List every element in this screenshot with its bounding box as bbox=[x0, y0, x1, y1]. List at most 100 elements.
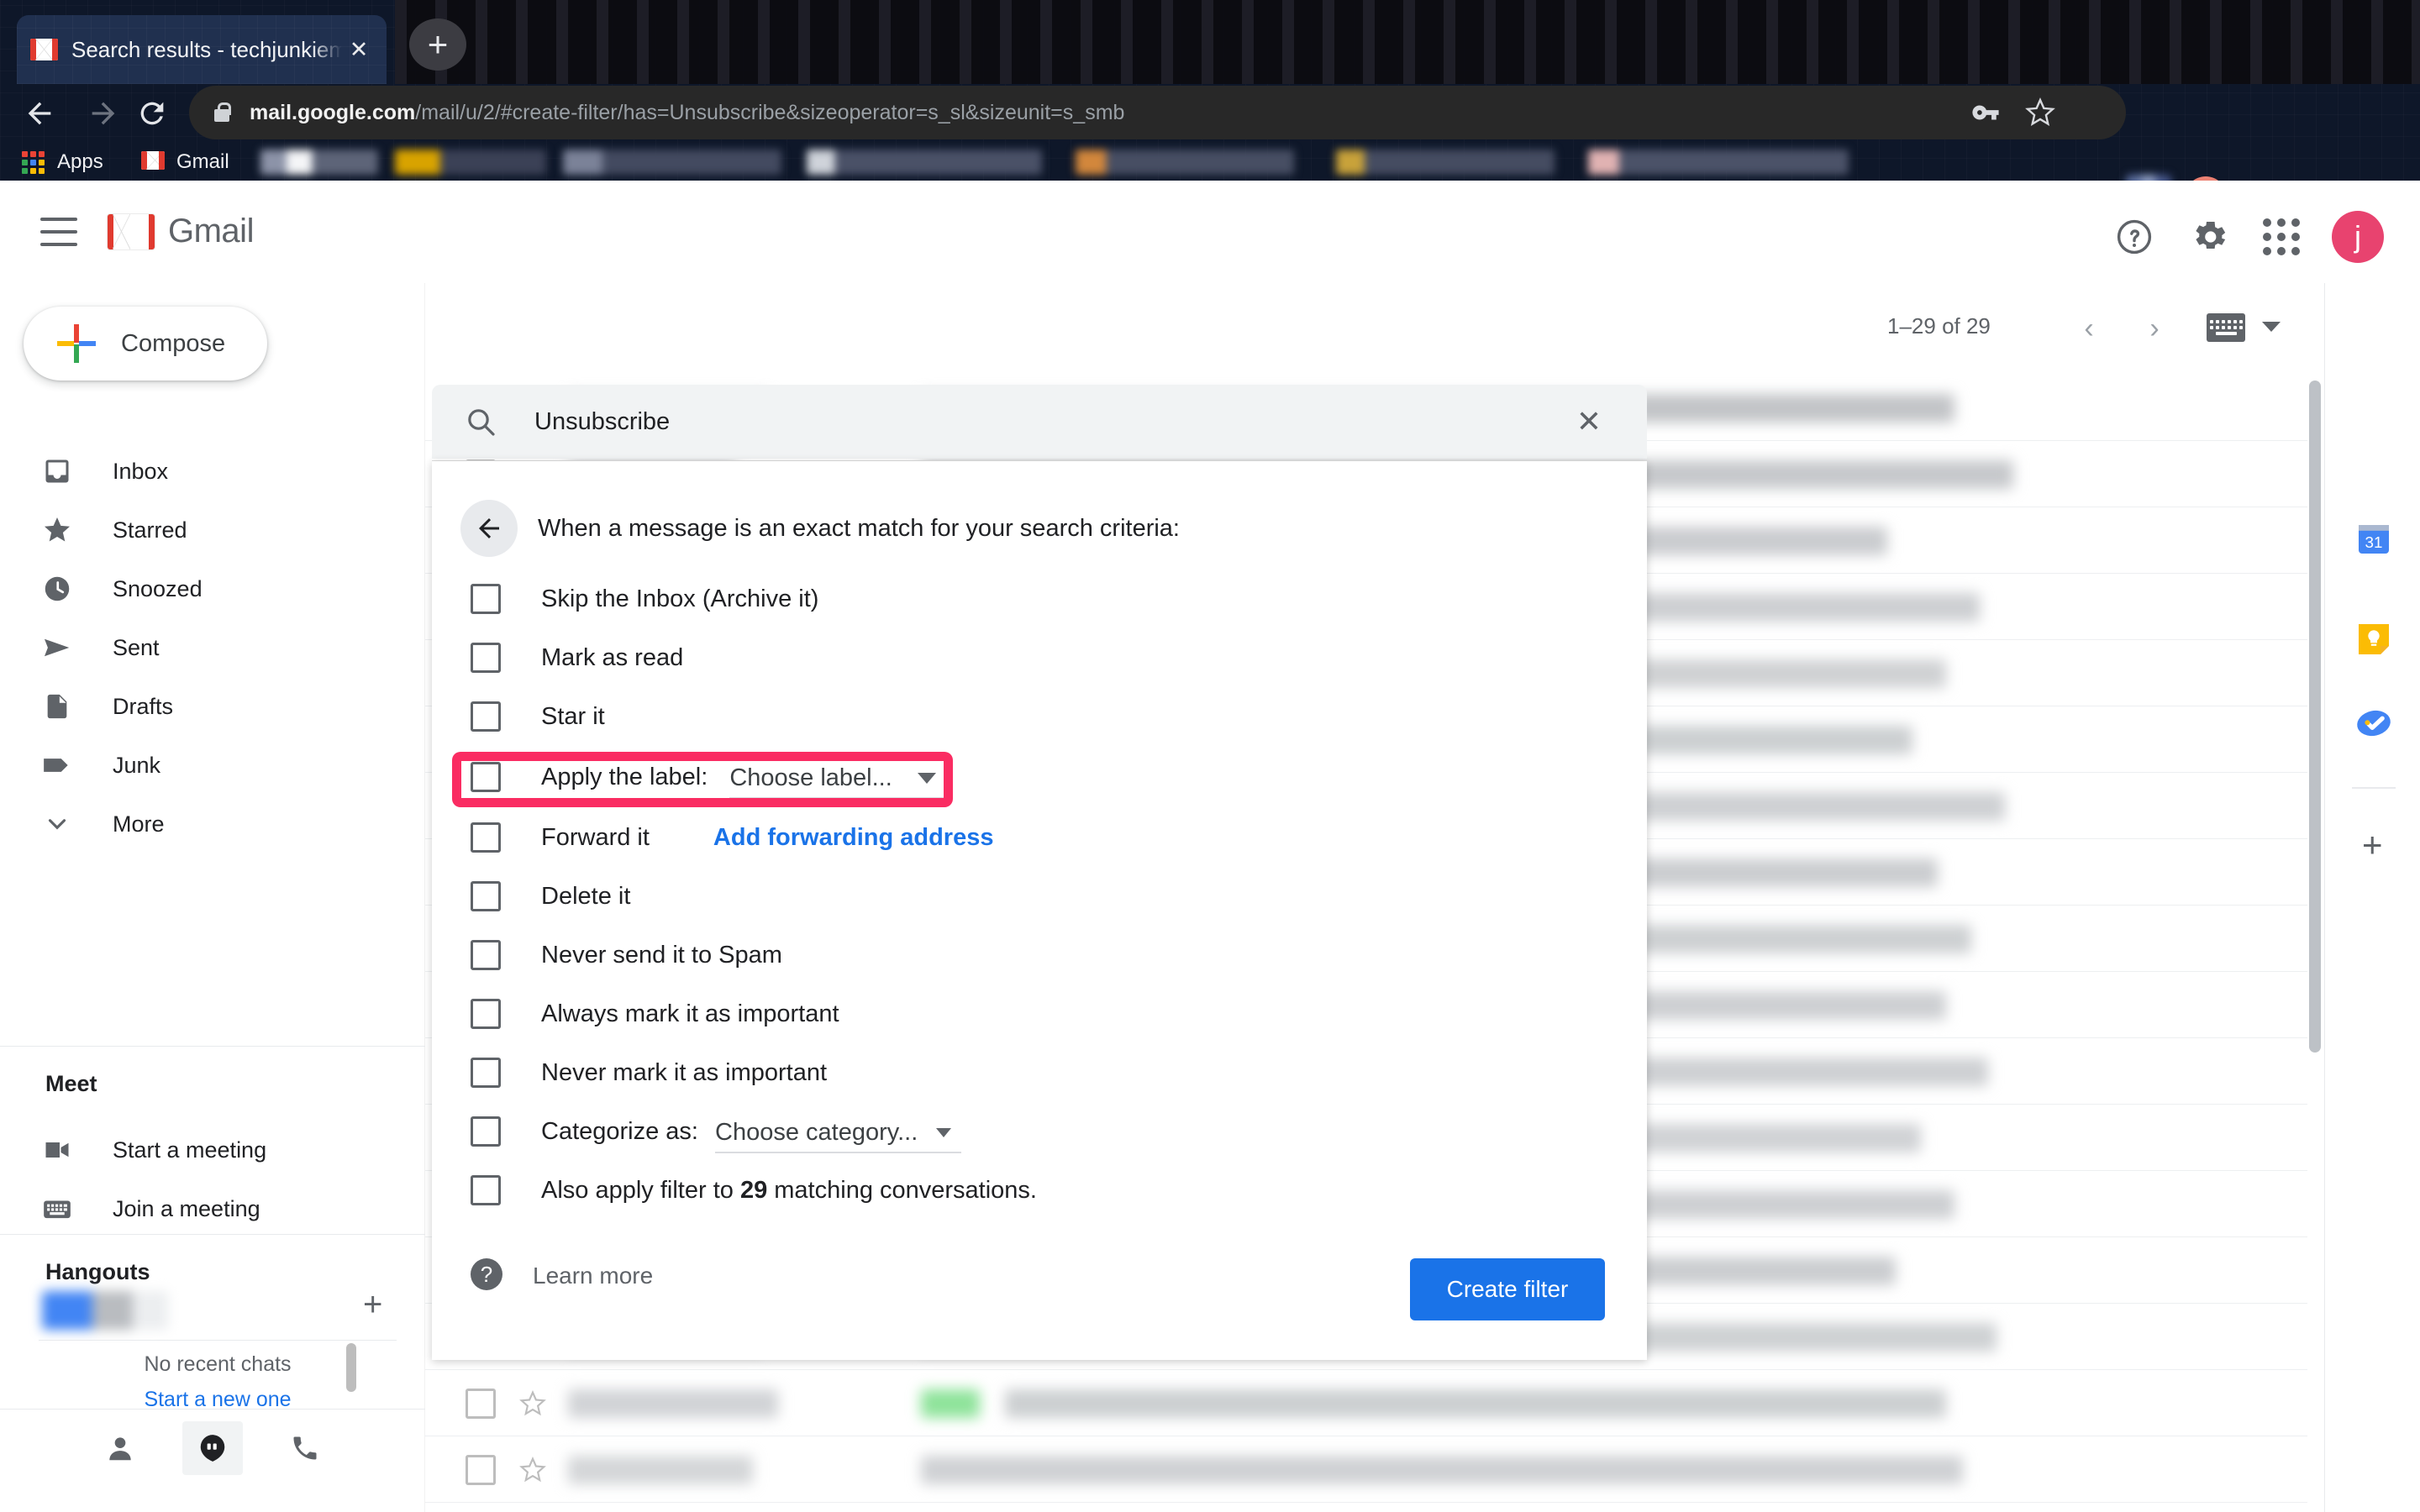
bookmark-blurred-6[interactable] bbox=[1336, 150, 1555, 175]
account-avatar[interactable]: j bbox=[2332, 211, 2384, 263]
hangouts-scrollbar[interactable] bbox=[346, 1343, 356, 1392]
filter-option-also-apply[interactable]: Also apply filter to 29 matching convers… bbox=[432, 1160, 1647, 1221]
bookmark-gmail-icon bbox=[141, 151, 165, 170]
sidebar-item-starred[interactable]: Starred bbox=[0, 503, 425, 557]
bookmark-blurred-1[interactable] bbox=[260, 150, 378, 175]
sidebar-item-label: Join a meeting bbox=[113, 1195, 260, 1221]
label-icon bbox=[39, 747, 76, 784]
forward-button[interactable] bbox=[79, 89, 128, 138]
sidebar-item-drafts[interactable]: Drafts bbox=[0, 680, 425, 733]
bookmark-star-icon[interactable] bbox=[2021, 94, 2060, 131]
row-subject-blur bbox=[921, 1389, 980, 1418]
document-icon bbox=[39, 688, 76, 725]
filter-option-skip-inbox[interactable]: Skip the Inbox (Archive it) bbox=[432, 569, 1647, 629]
password-key-icon[interactable] bbox=[1966, 94, 2005, 131]
filter-option-forward-it[interactable]: Forward it Add forwarding address bbox=[432, 807, 1647, 868]
search-bar[interactable]: Unsubscribe ✕ bbox=[432, 385, 1647, 459]
checkbox[interactable] bbox=[471, 584, 501, 614]
hangouts-contacts-tab[interactable] bbox=[90, 1421, 150, 1475]
input-tools-icon[interactable] bbox=[2207, 313, 2245, 342]
bookmark-blurred-3[interactable] bbox=[563, 150, 781, 175]
checkbox[interactable] bbox=[471, 822, 501, 853]
list-scrollbar-thumb[interactable] bbox=[2309, 381, 2321, 1053]
filter-option-always-important[interactable]: Always mark it as important bbox=[432, 984, 1647, 1044]
filter-option-never-important[interactable]: Never mark it as important bbox=[432, 1042, 1647, 1103]
choose-category-dropdown[interactable]: Choose category... bbox=[715, 1113, 962, 1153]
filter-option-delete-it[interactable]: Delete it bbox=[432, 866, 1647, 927]
checkbox[interactable] bbox=[471, 1058, 501, 1088]
back-button[interactable] bbox=[15, 89, 64, 138]
settings-gear-icon[interactable] bbox=[2185, 213, 2235, 261]
checkbox[interactable] bbox=[471, 1175, 501, 1205]
table-row[interactable] bbox=[425, 1437, 2307, 1503]
filter-option-never-spam[interactable]: Never send it to Spam bbox=[432, 925, 1647, 985]
sidebar-item-inbox[interactable]: Inbox bbox=[0, 444, 425, 498]
sidebar-item-start-meeting[interactable]: Start a meeting bbox=[0, 1123, 425, 1177]
apps-grid-icon[interactable] bbox=[22, 151, 45, 175]
gmail-top-bar: Gmail j bbox=[0, 181, 2420, 283]
search-input[interactable]: Unsubscribe bbox=[534, 408, 1565, 436]
page-next-button[interactable]: › bbox=[2131, 305, 2178, 352]
add-forwarding-address-link[interactable]: Add forwarding address bbox=[713, 824, 994, 852]
bookmark-gmail-label[interactable]: Gmail bbox=[176, 150, 229, 174]
sidebar-item-more[interactable]: More bbox=[0, 797, 425, 851]
hangouts-chat-tab[interactable] bbox=[182, 1421, 243, 1475]
browser-tab-active[interactable]: Search results - techjunkiemail ✕ bbox=[17, 15, 387, 84]
hangouts-contact[interactable] bbox=[42, 1291, 168, 1330]
new-tab-button[interactable]: + bbox=[409, 18, 466, 71]
bookmark-blurred-2[interactable] bbox=[395, 150, 546, 175]
help-icon[interactable] bbox=[2109, 213, 2160, 261]
bookmark-blurred-7[interactable] bbox=[1588, 150, 1849, 175]
calendar-icon[interactable]: 31 bbox=[2354, 518, 2394, 559]
bookmark-blurred-5[interactable] bbox=[1076, 150, 1294, 175]
pagination-count: 1–29 of 29 bbox=[1887, 313, 1991, 339]
checkbox[interactable] bbox=[471, 643, 501, 673]
checkbox[interactable] bbox=[471, 701, 501, 732]
google-apps-grid-icon[interactable] bbox=[2260, 216, 2302, 258]
tab-close-icon[interactable]: ✕ bbox=[345, 35, 373, 64]
checkbox[interactable] bbox=[471, 940, 501, 970]
checkbox[interactable] bbox=[471, 1116, 501, 1147]
table-row[interactable] bbox=[425, 1371, 2307, 1436]
checkbox[interactable] bbox=[471, 881, 501, 911]
page-previous-button[interactable]: ‹ bbox=[2065, 305, 2112, 352]
hangouts-footer-tabs bbox=[0, 1409, 425, 1512]
filter-option-star-it[interactable]: Star it bbox=[432, 686, 1647, 747]
hangouts-add-icon[interactable]: + bbox=[363, 1288, 382, 1321]
tasks-icon[interactable] bbox=[2354, 703, 2394, 743]
sidebar-item-join-meeting[interactable]: Join a meeting bbox=[0, 1182, 425, 1236]
address-bar[interactable]: mail.google.com/mail/u/2/#create-filter/… bbox=[189, 86, 2126, 139]
keep-icon[interactable] bbox=[2354, 619, 2394, 659]
create-filter-button[interactable]: Create filter bbox=[1410, 1258, 1605, 1320]
hangouts-phone-tab[interactable] bbox=[275, 1421, 335, 1475]
reload-button[interactable] bbox=[128, 89, 176, 138]
learn-more-link[interactable]: Learn more bbox=[533, 1263, 653, 1289]
side-panel-add-icon[interactable]: + bbox=[2362, 827, 2383, 863]
sidebar-item-junk[interactable]: Junk bbox=[0, 738, 425, 792]
row-star-icon[interactable] bbox=[516, 1389, 550, 1417]
filter-option-mark-as-read[interactable]: Mark as read bbox=[432, 627, 1647, 688]
sidebar-item-label: Junk bbox=[113, 752, 161, 778]
hangouts-no-chats-label: No recent chats bbox=[144, 1352, 292, 1376]
sidebar-item-snoozed[interactable]: Snoozed bbox=[0, 562, 425, 616]
video-camera-icon bbox=[39, 1131, 76, 1168]
checkbox[interactable] bbox=[471, 999, 501, 1029]
filter-option-categorize-as[interactable]: Categorize as: Choose category... bbox=[432, 1101, 1647, 1162]
sidebar-item-label: Inbox bbox=[113, 458, 169, 484]
side-apps-panel: 31 + bbox=[2324, 283, 2420, 1512]
back-arrow-icon[interactable] bbox=[460, 500, 518, 557]
tab-title: Search results - techjunkiemail bbox=[71, 36, 345, 62]
row-star-icon[interactable] bbox=[516, 1456, 550, 1483]
main-menu-icon[interactable] bbox=[40, 218, 77, 246]
row-checkbox[interactable] bbox=[466, 1454, 496, 1485]
browser-chrome: Search results - techjunkiemail ✕ + mail… bbox=[0, 0, 2420, 218]
row-checkbox[interactable] bbox=[466, 1388, 496, 1419]
row-subject-blur-2 bbox=[1005, 1389, 1946, 1418]
bookmark-apps-label[interactable]: Apps bbox=[57, 150, 103, 174]
close-icon[interactable]: ✕ bbox=[1565, 397, 1613, 446]
sidebar-item-sent[interactable]: Sent bbox=[0, 621, 425, 675]
input-tools-caret-icon[interactable] bbox=[2262, 322, 2281, 332]
compose-button[interactable]: Compose bbox=[24, 307, 267, 381]
bookmark-blurred-4[interactable] bbox=[807, 150, 1042, 175]
filter-option-label: Never send it to Spam bbox=[541, 941, 782, 969]
